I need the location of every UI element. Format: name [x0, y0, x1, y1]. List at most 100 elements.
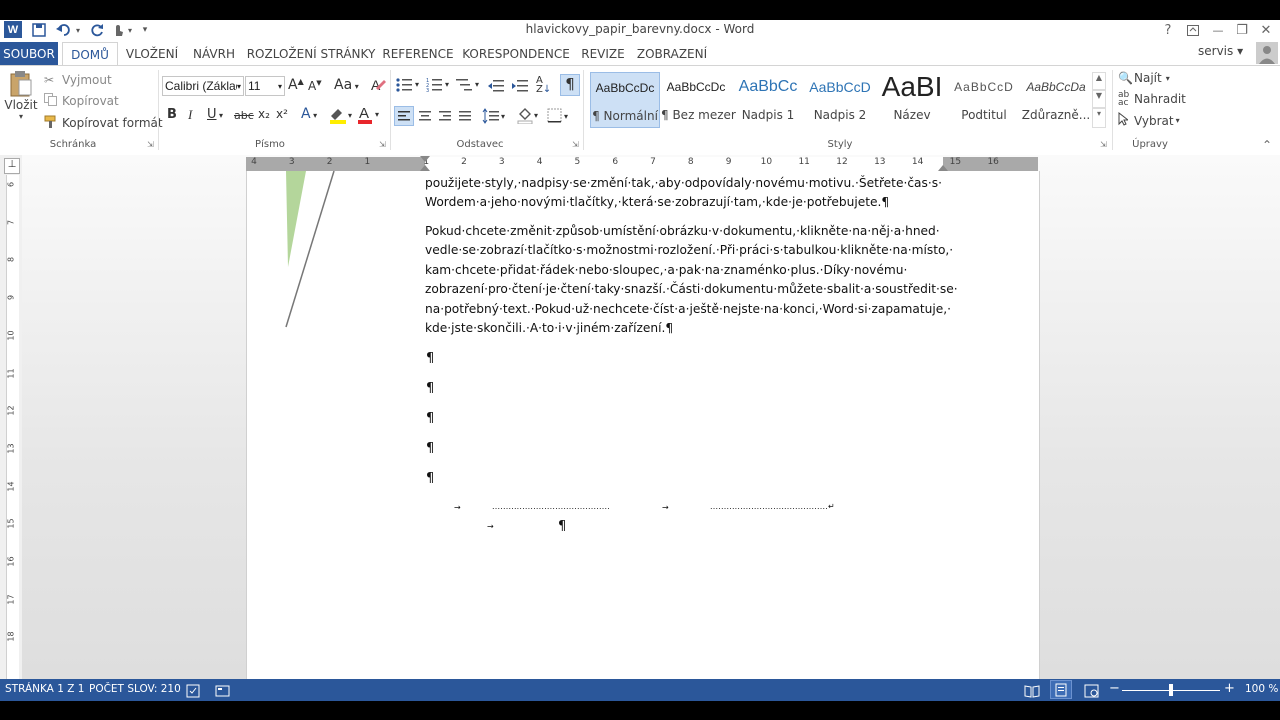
bullets-icon[interactable]: ▾ [396, 77, 424, 97]
styles-scroll-down[interactable]: ▼ [1092, 90, 1106, 108]
font-color-icon[interactable]: A ▾ [358, 104, 382, 128]
paragraph-2-line-3[interactable]: kam·chcete·přidat·řádek·nebo·sloupec,·a·… [425, 263, 907, 277]
save-icon[interactable] [30, 20, 48, 40]
shading-icon[interactable]: ▾ [516, 106, 542, 128]
paragraph-2-line-6[interactable]: kde·jste·skončili.·A·to·i·v·jiném·zaříze… [425, 321, 673, 335]
font-size-combo[interactable]: 11 ▾ [245, 76, 285, 96]
paragraph-1-line-2[interactable]: Wordem·a·jeho·novými·tlačítky,·která·se·… [425, 195, 889, 209]
format-painter-button[interactable]: Kopírovat formát [44, 115, 163, 131]
clear-formatting-icon[interactable]: A [370, 76, 386, 98]
style-heading-2[interactable]: AaBbCcD Nadpis 2 [805, 72, 875, 128]
line-spacing-icon[interactable]: ▾ [482, 107, 508, 129]
style-heading-1[interactable]: AaBbCc Nadpis 1 [733, 72, 803, 128]
strikethrough-button[interactable]: abc [234, 109, 254, 122]
underline-button[interactable]: U ▾ [207, 107, 223, 122]
styles-more[interactable]: ▾ [1092, 108, 1106, 128]
align-left-button[interactable] [394, 106, 414, 126]
touch-dropdown-icon[interactable]: ▾ [126, 20, 134, 40]
style-subtitle[interactable]: AaBbCcD Podtitul [949, 72, 1019, 128]
italic-button[interactable]: I [188, 107, 192, 123]
tab-references[interactable]: REFERENCE [380, 42, 456, 65]
font-dialog-launcher[interactable]: ⇲ [379, 140, 386, 149]
text-effects-icon[interactable]: A ▾ [301, 106, 317, 122]
subscript-button[interactable]: x₂ [258, 107, 270, 121]
show-formatting-marks-button[interactable]: ¶ [560, 74, 580, 96]
bold-button[interactable]: B [167, 107, 177, 122]
print-layout-icon[interactable] [1050, 680, 1072, 699]
zoom-slider-thumb[interactable] [1169, 684, 1173, 696]
font-name-combo[interactable]: Calibri (Základ ▾ [162, 76, 244, 96]
read-mode-icon[interactable] [1024, 683, 1040, 702]
tab-selector[interactable]: ⊥ [4, 158, 20, 174]
select-button[interactable]: Vybrat ▾ [1118, 111, 1180, 129]
ribbon-display-options-button[interactable] [1181, 20, 1205, 40]
undo-dropdown-icon[interactable]: ▾ [74, 20, 82, 40]
zoom-level[interactable]: 100 % [1245, 683, 1278, 695]
empty-paragraph-mark[interactable]: ¶ [426, 441, 434, 456]
avatar[interactable] [1256, 42, 1278, 64]
change-case-button[interactable]: Aa ▾ [334, 77, 359, 93]
tab-layout[interactable]: ROZLOŽENÍ STRÁNKY [246, 42, 376, 65]
borders-icon[interactable]: ▾ [546, 107, 572, 129]
restore-button[interactable]: ❐ [1230, 20, 1254, 40]
macro-record-icon[interactable] [215, 683, 231, 702]
user-name[interactable]: servis ▾ [1198, 44, 1243, 58]
style-title[interactable]: AaBI Název [877, 72, 947, 128]
proofing-icon[interactable] [186, 683, 202, 702]
tab-mailings[interactable]: KORESPONDENCE [460, 42, 572, 65]
end-paragraph-mark[interactable]: ¶ [558, 519, 566, 534]
zoom-out-button[interactable]: − [1109, 681, 1120, 696]
paragraph-2-line-2[interactable]: vedle·se·zobrazí·tlačítko·s·možnostmi·ro… [425, 243, 953, 257]
multilevel-list-icon[interactable]: ▾ [456, 77, 484, 97]
styles-dialog-launcher[interactable]: ⇲ [1100, 140, 1107, 149]
empty-paragraph-mark[interactable]: ¶ [426, 381, 434, 396]
style-no-spacing[interactable]: AaBbCcDc ¶ Bez mezer [661, 72, 736, 128]
style-emphasis[interactable]: AaBbCcDa Zdůrazně... [1021, 72, 1091, 128]
increase-indent-icon[interactable] [512, 78, 528, 97]
style-normal[interactable]: AaBbCcDc ¶ Normální [590, 72, 660, 128]
decrease-indent-icon[interactable] [488, 78, 504, 97]
signature-line-2[interactable]: ........................................… [710, 502, 835, 511]
left-indent-marker[interactable] [420, 156, 430, 162]
paragraph-2-line-5[interactable]: na·potřebný·text.·Pokud·už·nechcete·číst… [425, 302, 951, 316]
undo-icon[interactable] [54, 20, 74, 40]
word-count[interactable]: POČET SLOV: 210 [89, 683, 181, 695]
paragraph-2-line-1[interactable]: Pokud·chcete·změnit·způsob·umístění·obrá… [425, 224, 940, 238]
align-right-button[interactable] [436, 107, 454, 129]
word-app-icon[interactable]: W [4, 21, 22, 38]
tab-review[interactable]: REVIZE [576, 42, 630, 65]
empty-paragraph-mark[interactable]: ¶ [426, 351, 434, 366]
sort-icon[interactable]: A Z↓ [536, 76, 551, 95]
align-center-button[interactable] [416, 107, 434, 129]
empty-paragraph-mark[interactable]: ¶ [426, 411, 434, 426]
grow-font-button[interactable]: A▲ [288, 77, 304, 93]
numbering-icon[interactable]: 1 2 3 ▾ [426, 77, 454, 97]
tab-view[interactable]: ZOBRAZENÍ [634, 42, 710, 65]
paragraph-2-line-4[interactable]: zobrazení·pro·čtení·je·čtení·taky·snazší… [425, 282, 958, 296]
tab-home[interactable]: DOMŮ [62, 42, 118, 67]
customize-qat-icon[interactable]: ▾ [140, 20, 150, 40]
cut-button[interactable]: ✂ Vyjmout [44, 72, 112, 88]
styles-scroll-up[interactable]: ▲ [1092, 72, 1106, 90]
help-button[interactable]: ? [1156, 20, 1180, 40]
tab-insert[interactable]: VLOŽENÍ [120, 42, 184, 65]
touch-mode-icon[interactable] [110, 20, 126, 40]
justify-button[interactable] [456, 107, 474, 129]
zoom-in-button[interactable]: + [1224, 681, 1235, 696]
highlight-color-icon[interactable]: ▾ [328, 106, 354, 128]
close-button[interactable]: ✕ [1254, 20, 1278, 40]
empty-paragraph-mark[interactable]: ¶ [426, 471, 434, 486]
redo-icon[interactable] [88, 20, 106, 40]
superscript-button[interactable]: x² [276, 107, 288, 121]
clipboard-dialog-launcher[interactable]: ⇲ [147, 140, 154, 149]
web-layout-icon[interactable] [1084, 683, 1100, 702]
shrink-font-button[interactable]: A▼ [308, 79, 322, 93]
replace-button[interactable]: ab ac Nahradit [1118, 91, 1186, 108]
paragraph-1-line-1[interactable]: použijete·styly,·nadpisy·se·změní·tak,·a… [425, 176, 942, 190]
minimize-button[interactable]: — [1206, 20, 1230, 40]
tab-file[interactable]: SOUBOR [0, 42, 58, 65]
signature-line-1[interactable]: ........................................… [492, 502, 610, 511]
find-button[interactable]: 🔍 Najít ▾ [1118, 71, 1170, 85]
paste-button[interactable]: Vložit ▾ [4, 70, 38, 130]
paragraph-dialog-launcher[interactable]: ⇲ [572, 140, 579, 149]
